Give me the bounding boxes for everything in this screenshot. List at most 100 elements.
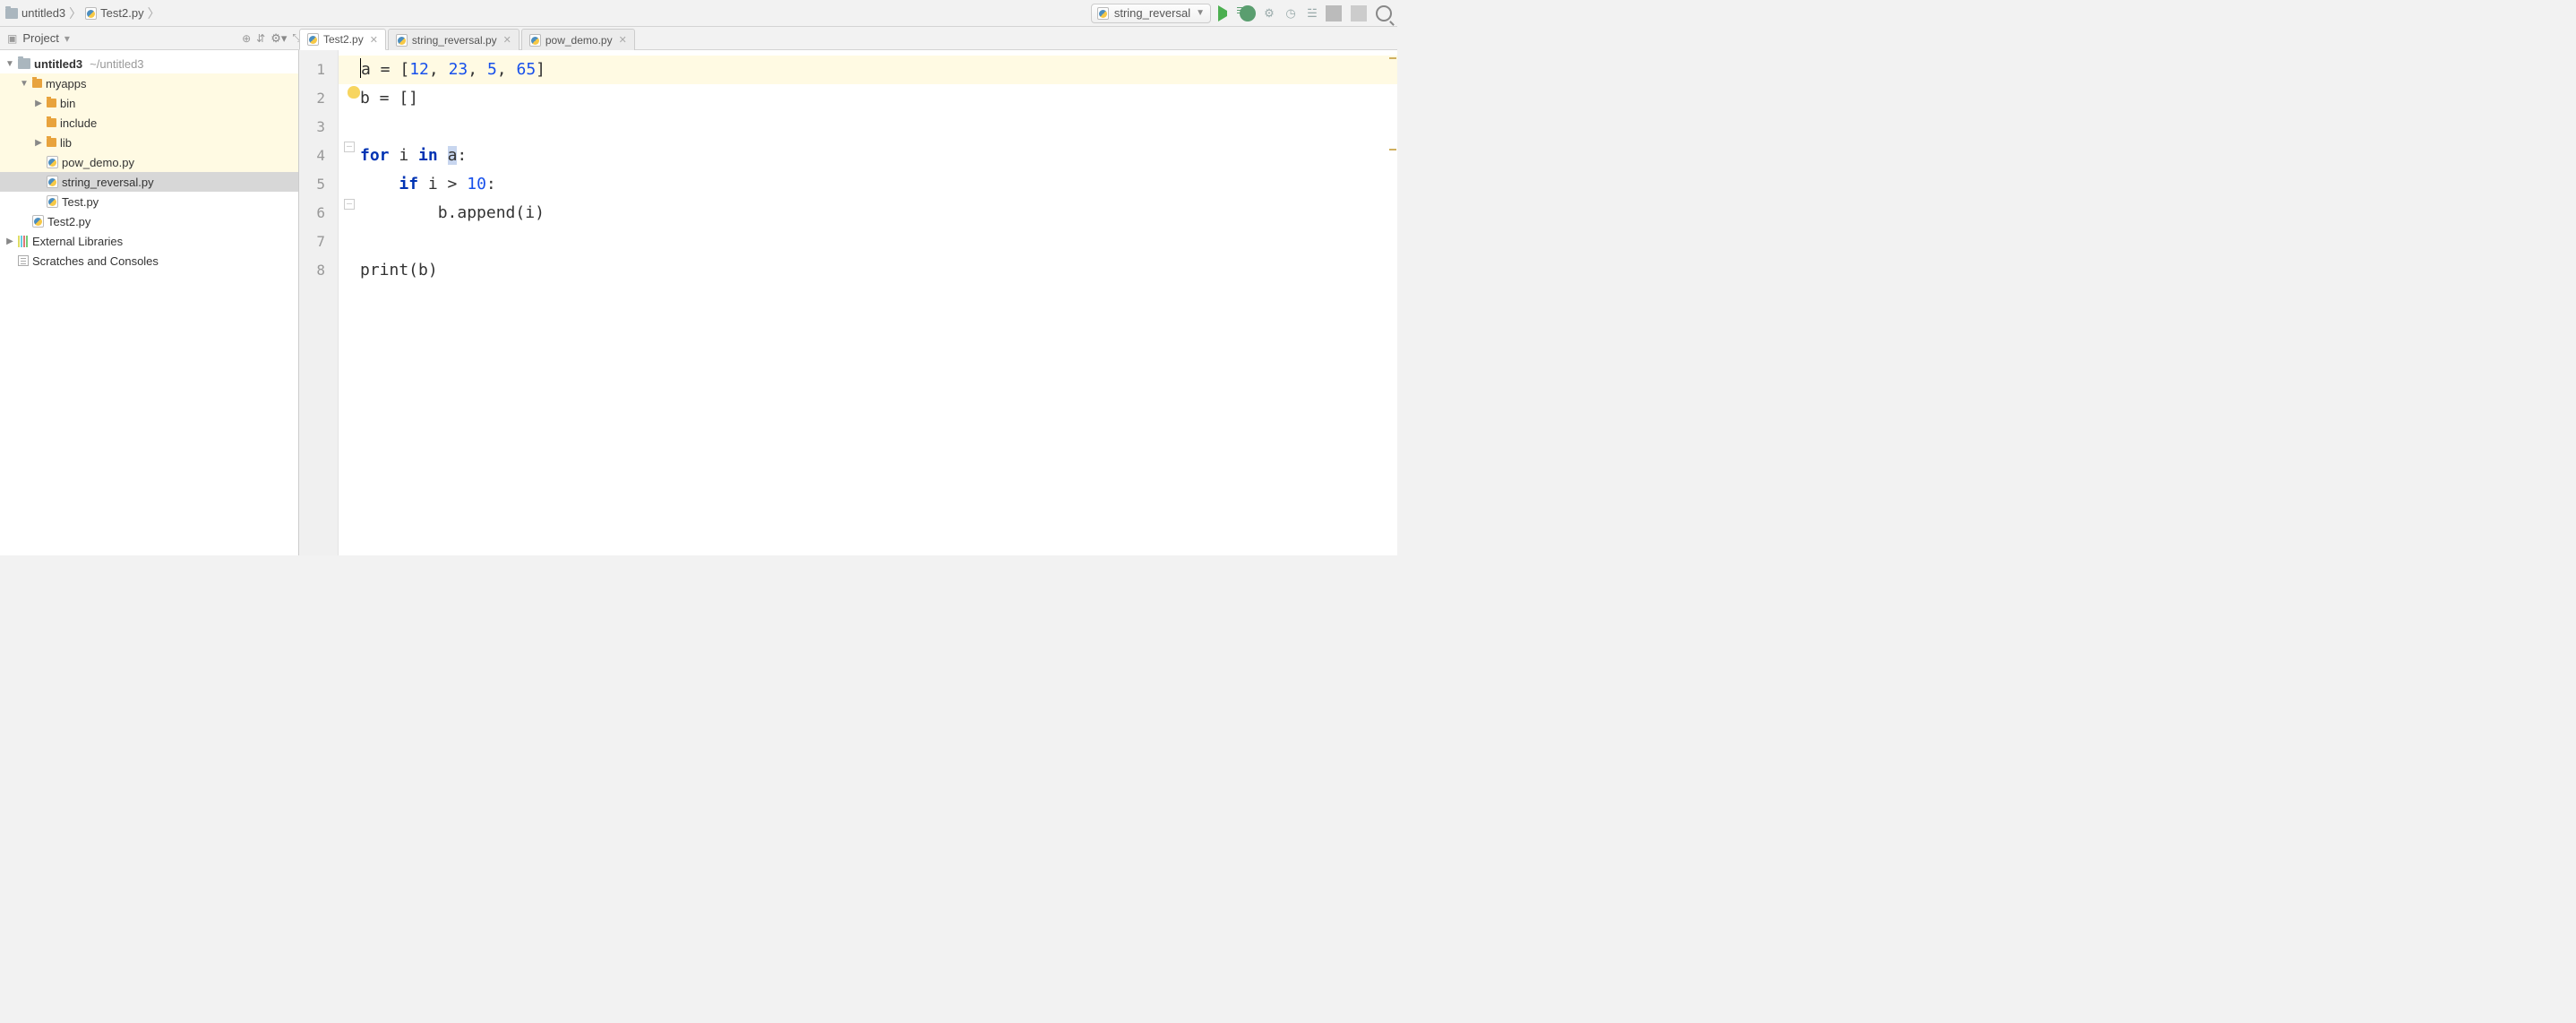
expand-arrow-icon[interactable]: ▶ [5,236,14,246]
navigation-bar: untitled3 〉 Test2.py 〉 string_reversal ▼… [0,0,1397,27]
chevron-down-icon: ▼ [1196,8,1205,18]
expand-arrow-icon[interactable]: ▼ [5,59,14,69]
tree-external-libraries[interactable]: ▶ External Libraries [0,231,298,251]
concurrency-icon: ☱ [1304,5,1320,21]
tree-label: External Libraries [32,235,123,248]
python-file-icon [1097,7,1109,20]
gear-icon[interactable]: ⚙▾ [270,31,287,46]
expand-arrow-icon[interactable]: ▼ [20,79,29,89]
tab-string-reversal[interactable]: string_reversal.py ✕ [388,29,519,50]
editor-tabs: Test2.py ✕ string_reversal.py ✕ pow_demo… [299,27,637,50]
tab-label: string_reversal.py [412,34,497,47]
package-folder-icon [47,99,56,107]
tree-file-test2[interactable]: ▶ Test2.py [0,211,298,231]
breadcrumb-file-label: Test2.py [100,6,143,20]
package-folder-icon [47,118,56,127]
search-icon [1376,5,1392,21]
scratches-icon [18,255,29,266]
tree-folder-bin[interactable]: ▶ bin [0,93,298,113]
code-line-1[interactable]: a = [12, 23, 5, 65] [339,56,1397,84]
code-line-8[interactable]: print(b) [360,256,1397,285]
debug-button[interactable] [1240,5,1256,21]
tab-label: Test2.py [323,33,364,46]
tree-label: pow_demo.py [62,156,134,169]
tree-scratches[interactable]: ▶ Scratches and Consoles [0,251,298,271]
project-tree[interactable]: ▼ untitled3 ~/untitled3 ▼ myapps ▶ bin ▶… [0,50,299,555]
tree-file-pow-demo[interactable]: ▶ pow_demo.py [0,152,298,172]
tree-label: bin [60,97,75,110]
tree-folder-lib[interactable]: ▶ lib [0,133,298,152]
chevron-down-icon[interactable]: ▾ [64,32,70,45]
expand-all-button[interactable]: ⇵ [256,32,265,45]
separator [1351,5,1367,21]
tab-pow-demo[interactable]: pow_demo.py ✕ [521,29,635,50]
line-number: 6 [299,199,338,228]
line-gutter: 1 2 3 4 5 6 7 8 [299,50,339,555]
breadcrumb-file[interactable]: Test2.py [85,6,143,20]
profile-icon: ◷ [1283,5,1299,21]
code-line-2[interactable]: b = [] [360,84,1397,113]
line-number: 2 [299,84,338,113]
python-file-icon [47,195,58,208]
code-line-6[interactable]: – b.append(i) [360,199,1397,228]
run-coverage-button[interactable]: ⚙ [1261,5,1277,21]
code-line-5[interactable]: if i > 10: [360,170,1397,199]
python-file-icon [47,176,58,188]
fold-toggle-icon[interactable]: – [344,142,355,152]
main-area: ▼ untitled3 ~/untitled3 ▼ myapps ▶ bin ▶… [0,50,1397,555]
toolwindow-header: ▣ Project ▾ ⊕ ⇵ ⚙▾ ⤡ [0,27,1397,50]
close-icon[interactable]: ✕ [370,34,378,46]
tree-root-label: untitled3 [34,57,82,71]
line-number: 3 [299,113,338,142]
code-line-4[interactable]: –for i in a: [360,142,1397,170]
tree-file-string-reversal[interactable]: ▶ string_reversal.py [0,172,298,192]
libraries-icon [18,236,29,247]
python-file-icon [307,33,319,46]
tree-label: lib [60,136,72,150]
code-area[interactable]: a = [12, 23, 5, 65] b = [] –for i in a: … [339,50,1397,555]
expand-arrow-icon[interactable]: ▶ [34,138,43,148]
tree-label: Test2.py [47,215,90,228]
intention-bulb-icon[interactable] [348,86,360,99]
folder-icon [5,8,18,19]
marker[interactable] [1389,149,1396,150]
line-number: 1 [299,56,338,84]
line-number: 8 [299,256,338,285]
code-line-3[interactable] [360,113,1397,142]
run-toolbar: ⚙ ◷ ☱ [1218,5,1392,21]
coverage-icon: ⚙ [1261,5,1277,21]
search-everywhere-button[interactable] [1376,5,1392,21]
bug-icon [1240,5,1256,21]
tree-label: myapps [46,77,87,90]
expand-arrow-icon[interactable]: ▶ [34,99,43,108]
breadcrumb-root-label: untitled3 [21,6,65,20]
run-config-label: string_reversal [1114,6,1190,20]
tree-label: include [60,116,97,130]
profile-button[interactable]: ◷ [1283,5,1299,21]
toolwindow-title: Project [22,31,58,45]
line-number: 5 [299,170,338,199]
tab-test2[interactable]: Test2.py ✕ [299,29,386,50]
code-line-7[interactable] [360,228,1397,256]
chevron-right-icon: 〉 [148,4,160,22]
play-icon [1218,5,1234,21]
close-icon[interactable]: ✕ [619,34,627,46]
error-stripe[interactable] [1388,50,1397,555]
close-icon[interactable]: ✕ [503,34,511,46]
select-opened-file-button[interactable]: ⊕ [242,32,251,45]
run-configuration-selector[interactable]: string_reversal ▼ [1091,4,1211,23]
tree-root[interactable]: ▼ untitled3 ~/untitled3 [0,54,298,73]
breadcrumb-root[interactable]: untitled3 [5,6,65,20]
fold-toggle-icon[interactable]: – [344,199,355,210]
stop-icon [1326,5,1342,21]
tree-folder-include[interactable]: ▶ include [0,113,298,133]
tree-label: string_reversal.py [62,176,154,189]
tree-folder-myapps[interactable]: ▼ myapps [0,73,298,93]
tree-file-test[interactable]: ▶ Test.py [0,192,298,211]
tree-label: Test.py [62,195,99,209]
editor[interactable]: 1 2 3 4 5 6 7 8 a = [12, 23, 5, 65] b = … [299,50,1397,555]
run-button[interactable] [1218,5,1234,21]
marker[interactable] [1389,57,1396,59]
package-folder-icon [47,138,56,147]
concurrency-button[interactable]: ☱ [1304,5,1320,21]
